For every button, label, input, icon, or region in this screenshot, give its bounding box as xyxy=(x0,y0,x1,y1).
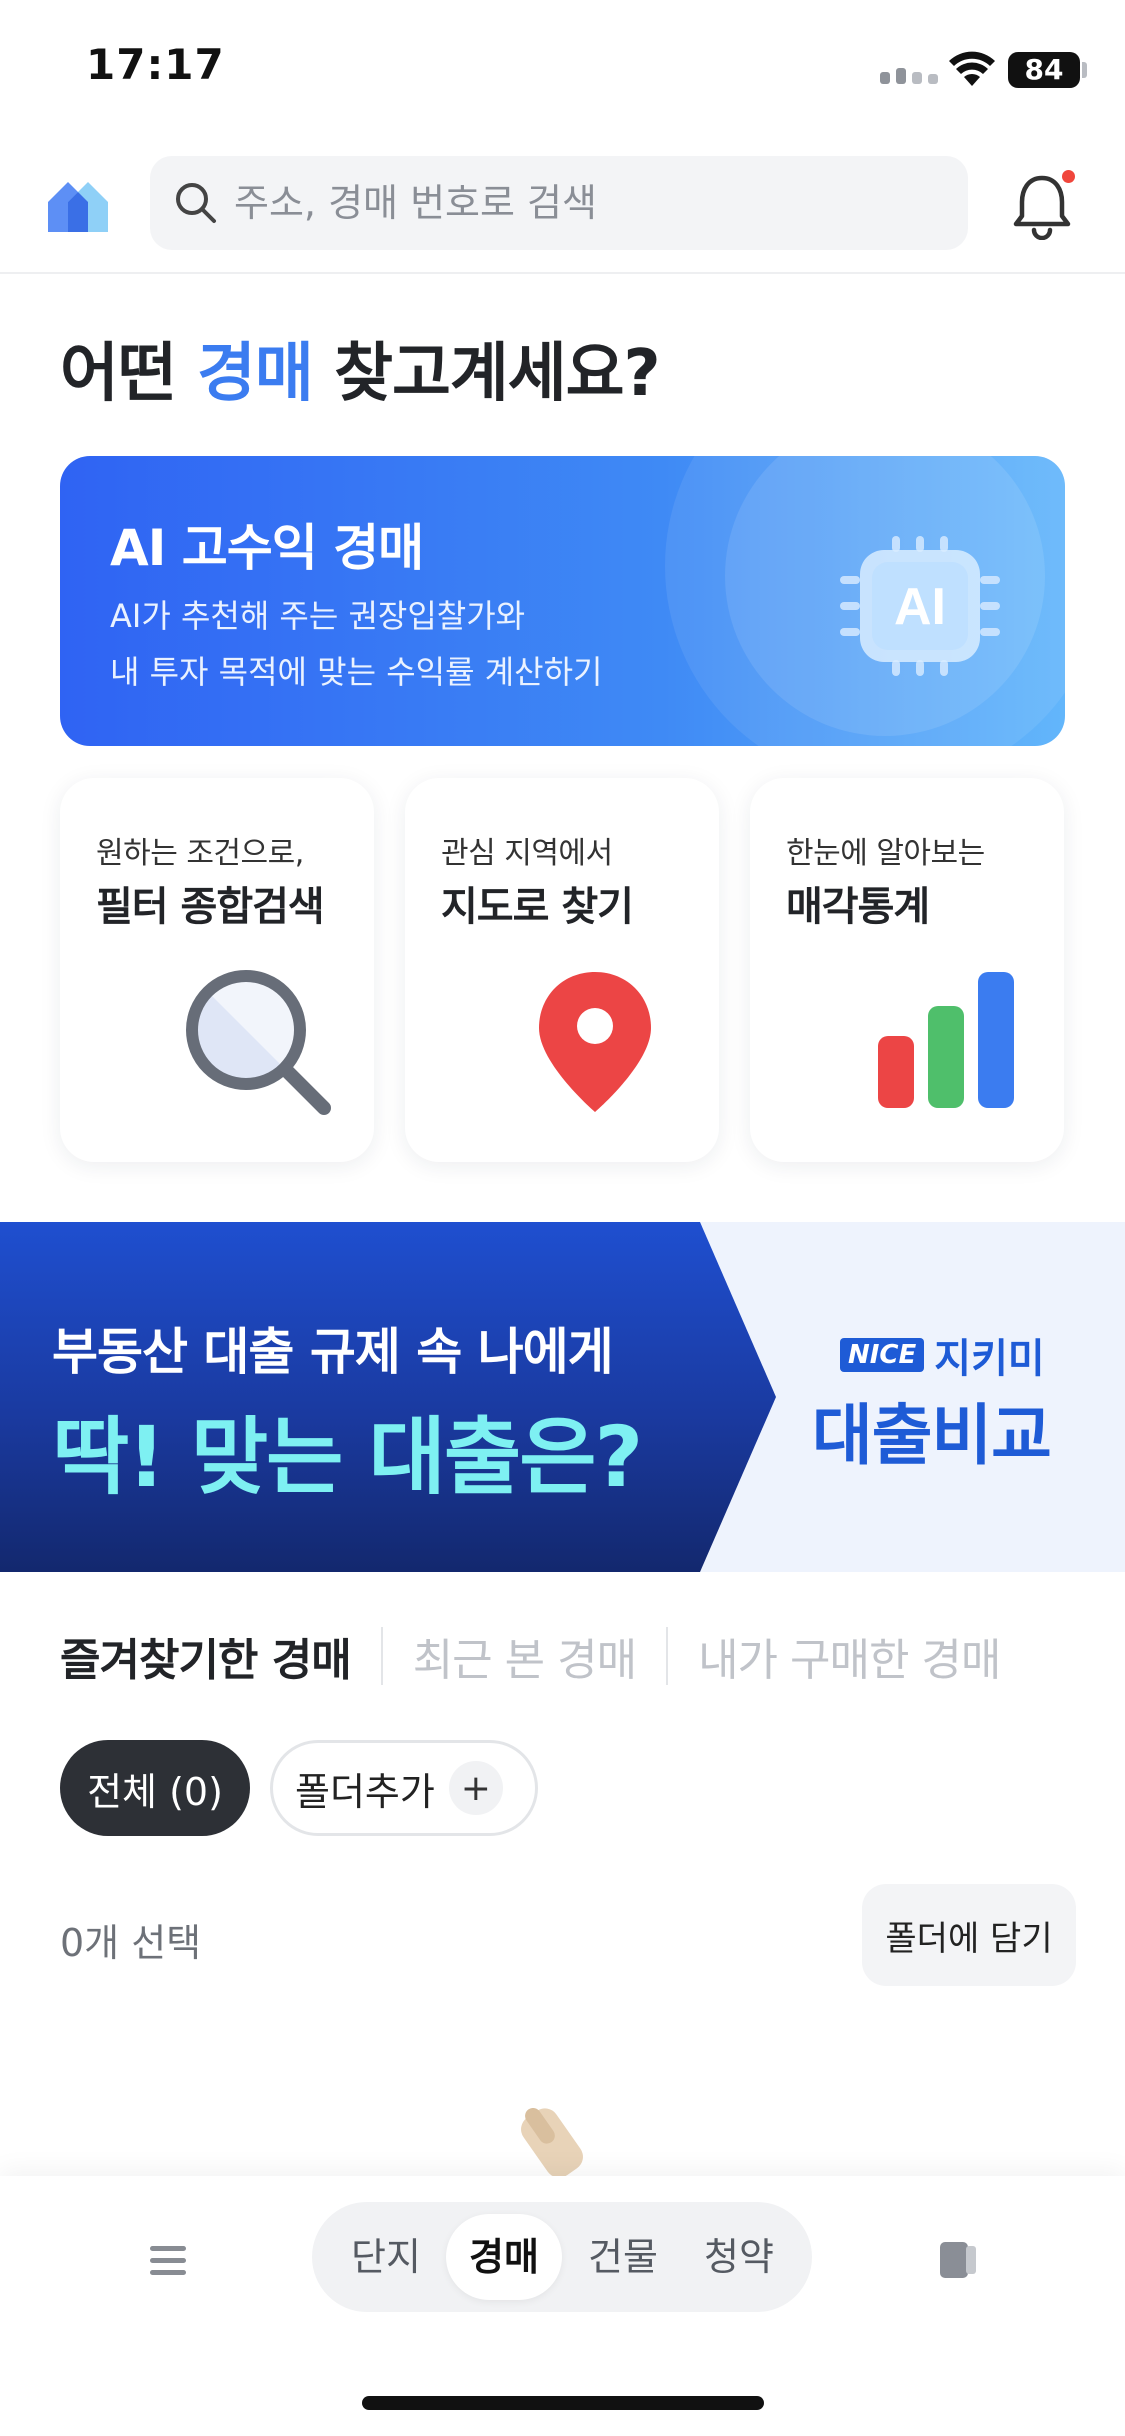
battery-icon: 84 xyxy=(1008,52,1080,88)
gavel-illustration-icon xyxy=(521,2108,583,2178)
tab-favorites[interactable]: 즐겨찾기한 경매 xyxy=(60,1624,352,1688)
notification-dot xyxy=(1062,170,1075,183)
category-segment-control: 단지 경매 건물 청약 xyxy=(312,2202,812,2312)
feature-cards: 원하는 조건으로, 필터 종합검색 관심 지역에서 지도로 찾기 한눈에 알아보… xyxy=(60,778,1065,1162)
loan-question: 딱! 맞는 대출은? xyxy=(52,1408,643,1506)
segment-auction[interactable]: 경매 xyxy=(446,2214,562,2300)
nice-brand: NICE 지키미 xyxy=(840,1326,1045,1384)
card-title: 매각통계 xyxy=(786,884,930,930)
plus-icon: + xyxy=(448,1761,503,1815)
tab-recent[interactable]: 최근 본 경매 xyxy=(413,1624,637,1688)
card-title: 지도로 찾기 xyxy=(441,884,634,930)
home-indicator xyxy=(362,2396,764,2410)
bottom-navigation: 단지 경매 건물 청약 xyxy=(0,2176,1125,2436)
bar-chart-icon xyxy=(878,972,1014,1108)
loan-headline: 부동산 대출 규제 속 나에게 xyxy=(52,1323,614,1381)
card-subtitle: 원하는 조건으로, xyxy=(96,836,304,871)
ai-desc-line2: 내 투자 목적에 맞는 수익률 계산하기 xyxy=(110,653,603,691)
card-filter-search[interactable]: 원하는 조건으로, 필터 종합검색 xyxy=(60,778,374,1162)
home-logo-icon[interactable] xyxy=(46,174,110,234)
card-title: 필터 종합검색 xyxy=(96,884,325,930)
tab-purchased[interactable]: 내가 구매한 경매 xyxy=(698,1624,1001,1688)
battery-tip xyxy=(1082,62,1087,78)
ai-chip-icon: AI xyxy=(840,536,1000,676)
ai-banner-description: AI가 추천해 주는 권장입찰가와 내 투자 목적에 맞는 수익률 계산하기 xyxy=(110,588,602,700)
loan-compare-label: 대출비교 xyxy=(812,1397,1052,1474)
segment-subscription[interactable]: 청약 xyxy=(684,2214,794,2300)
ai-desc-line1: AI가 추천해 주는 권장입찰가와 xyxy=(110,597,526,635)
segment-building[interactable]: 건물 xyxy=(568,2214,678,2300)
svg-text:AI: AI xyxy=(894,578,946,636)
folder-chip-all[interactable]: 전체 (0) xyxy=(60,1740,250,1836)
segment-complex[interactable]: 단지 xyxy=(334,2214,438,2300)
tab-divider xyxy=(380,1627,383,1685)
ai-banner-title: AI 고수익 경매 xyxy=(110,519,424,577)
card-subtitle: 한눈에 알아보는 xyxy=(786,836,985,871)
add-to-folder-button[interactable]: 폴더에 담기 xyxy=(862,1884,1076,1986)
card-subtitle: 관심 지역에서 xyxy=(441,836,613,871)
loan-banner-left: 부동산 대출 규제 속 나에게 딱! 맞는 대출은? xyxy=(0,1222,776,1572)
loan-compare-banner[interactable]: 부동산 대출 규제 속 나에게 딱! 맞는 대출은? NICE 지키미 대출비교 xyxy=(0,1222,1125,1572)
auction-list-tabs: 즐겨찾기한 경매 최근 본 경매 내가 구매한 경매 xyxy=(60,1620,1001,1692)
tab-divider xyxy=(666,1627,669,1685)
magnifier-icon xyxy=(186,970,331,1115)
map-pin-icon xyxy=(539,972,651,1112)
ai-auction-banner[interactable]: AI 고수익 경매 AI가 추천해 주는 권장입찰가와 내 투자 목적에 맞는 … xyxy=(60,456,1065,746)
card-map-search[interactable]: 관심 지역에서 지도로 찾기 xyxy=(405,778,719,1162)
book-icon[interactable] xyxy=(936,2238,980,2282)
card-sales-stats[interactable]: 한눈에 알아보는 매각통계 xyxy=(750,778,1064,1162)
add-folder-button[interactable]: 폴더추가 + xyxy=(270,1740,538,1836)
status-time: 17:17 xyxy=(86,40,225,89)
status-bar: 17:17 84 xyxy=(0,0,1125,140)
cellular-signal-icon xyxy=(880,68,938,84)
nice-badge: NICE xyxy=(840,1338,925,1372)
title-suffix: 찾고계세요? xyxy=(312,337,661,411)
brand-name: 지키미 xyxy=(934,1336,1045,1382)
selected-count: 0개 선택 xyxy=(60,1921,202,1965)
search-input[interactable] xyxy=(234,181,934,225)
title-highlight: 경매 xyxy=(197,337,314,411)
title-prefix: 어떤 xyxy=(60,337,198,411)
add-folder-label: 폴더추가 xyxy=(295,1769,435,1814)
search-bar[interactable] xyxy=(150,156,968,250)
page-title: 어떤 경매 찾고계세요? xyxy=(60,322,661,414)
search-icon xyxy=(176,183,216,223)
wifi-icon xyxy=(949,51,995,86)
menu-icon[interactable] xyxy=(148,2244,188,2278)
top-header xyxy=(0,140,1125,274)
